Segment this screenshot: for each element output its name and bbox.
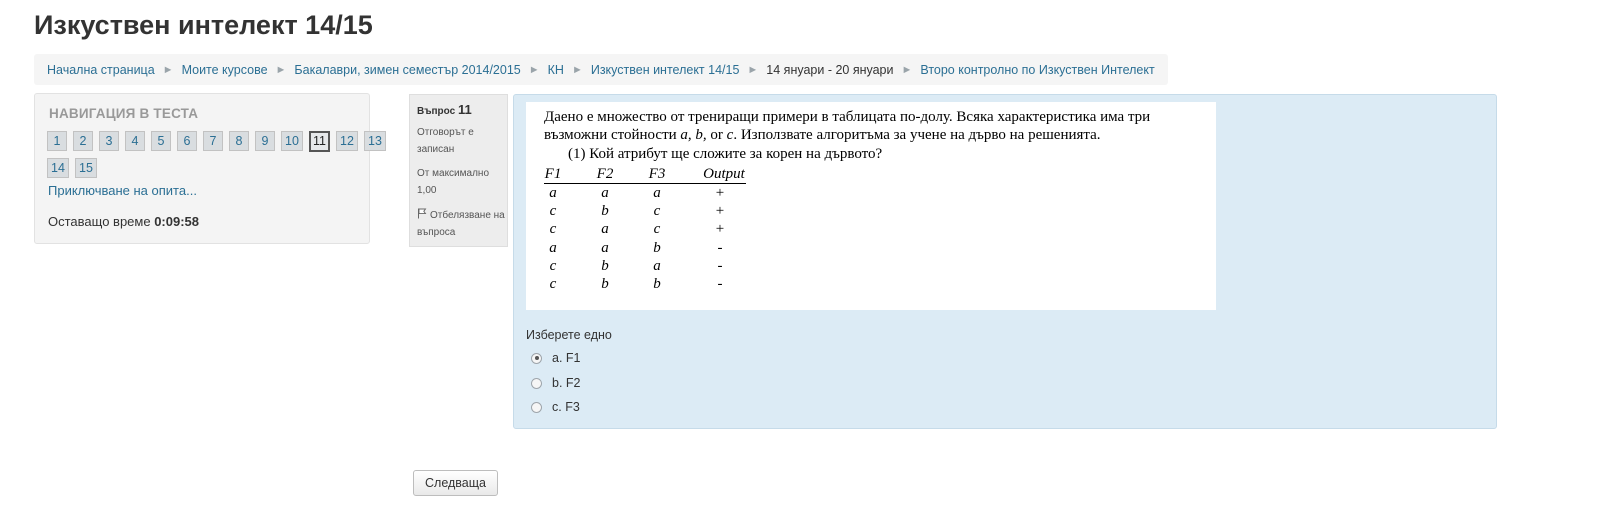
breadcrumb: Начална страница ► Моите курсове ► Бакал… xyxy=(34,54,1168,85)
question-button-current[interactable]: 11 xyxy=(309,131,330,152)
flag-icon xyxy=(418,208,427,219)
question-info: Въпрос 11 Отговорът е записан От максима… xyxy=(409,94,508,247)
table-header-output: Output xyxy=(703,166,745,182)
breadcrumb-course[interactable]: Изкуствен интелект 14/15 xyxy=(591,63,740,77)
answer-label: c. F3 xyxy=(552,400,580,414)
table-cell: b xyxy=(653,240,661,256)
table-cell: - xyxy=(717,276,723,292)
question-button[interactable]: 2 xyxy=(73,131,93,151)
question-button[interactable]: 14 xyxy=(47,158,69,178)
quiz-navigation-title: НАВИГАЦИЯ В ТЕСТА xyxy=(49,106,199,121)
table-cell: c xyxy=(549,221,557,237)
breadcrumb-subcategory[interactable]: КН xyxy=(548,63,564,77)
table-cell: b xyxy=(601,203,609,219)
table-cell: c xyxy=(653,221,661,237)
table-cell: b xyxy=(601,258,609,274)
breadcrumb-separator-icon: ► xyxy=(275,63,287,76)
question-state: Отговорът е записан xyxy=(417,127,474,155)
table-cell: c xyxy=(653,203,661,219)
answer-option-b[interactable]: b. F2 xyxy=(531,376,581,390)
question-text-span: възможни стойности xyxy=(544,127,681,143)
finish-attempt-link[interactable]: Приключване на опита... xyxy=(48,183,197,198)
time-remaining: Оставащо време 0:09:58 xyxy=(48,214,199,229)
table-cell: + xyxy=(715,203,725,219)
question-button[interactable]: 3 xyxy=(99,131,119,151)
question-button[interactable]: 13 xyxy=(364,131,386,151)
table-cell: a xyxy=(653,185,661,201)
answer-option-c[interactable]: c. F3 xyxy=(531,400,580,414)
question-button[interactable]: 6 xyxy=(177,131,197,151)
table-cell: + xyxy=(715,221,725,237)
question-button[interactable]: 10 xyxy=(281,131,303,151)
question-content: Даено е множество от трениращи примери в… xyxy=(513,94,1497,429)
next-page-button[interactable]: Следваща xyxy=(413,470,498,496)
answer-option-a[interactable]: a. F1 xyxy=(531,351,581,365)
radio-button-checked[interactable] xyxy=(531,352,542,364)
table-cell: c xyxy=(549,203,557,219)
breadcrumb-separator-icon: ► xyxy=(528,63,540,76)
question-button[interactable]: 1 xyxy=(47,131,67,151)
question-button[interactable]: 5 xyxy=(151,131,171,151)
answer-prompt: Изберете едно xyxy=(526,328,612,342)
table-cell: a xyxy=(601,185,609,201)
time-remaining-value: 0:09:58 xyxy=(154,214,200,229)
question-button[interactable]: 12 xyxy=(336,131,358,151)
table-cell: c xyxy=(549,276,557,292)
question-text-span: or xyxy=(706,127,727,143)
question-buttons-row: 14 15 xyxy=(47,158,103,178)
answer-label: b. F2 xyxy=(552,376,581,390)
question-text: Даено е множество от трениращи примери в… xyxy=(526,102,1216,310)
answer-label: a. F1 xyxy=(552,351,581,365)
table-cell: a xyxy=(653,258,661,274)
flag-question-toggle[interactable]: Отбелязване на въпроса xyxy=(417,207,507,241)
table-cell: a xyxy=(549,185,557,201)
table-cell: a xyxy=(601,221,609,237)
table-header-underline xyxy=(544,183,746,184)
question-text-span: . Използвате алгоритъма за учене на дърв… xyxy=(733,127,1101,143)
question-button[interactable]: 4 xyxy=(125,131,145,151)
question-grade: От максимално 1,00 xyxy=(417,168,490,196)
breadcrumb-quiz[interactable]: Второ контролно по Изкуствен Интелект xyxy=(920,63,1154,77)
question-number: Въпрос 11 xyxy=(417,101,472,120)
flag-question-label: Отбелязване на въпроса xyxy=(417,210,505,238)
page-title: Изкуствен интелект 14/15 xyxy=(34,10,373,40)
table-cell: b xyxy=(601,276,609,292)
table-cell: a xyxy=(601,240,609,256)
time-remaining-label: Оставащо време xyxy=(48,214,151,229)
breadcrumb-separator-icon: ► xyxy=(571,63,583,76)
breadcrumb-section: 14 януари - 20 януари xyxy=(766,62,894,77)
table-cell: c xyxy=(549,258,557,274)
breadcrumb-separator-icon: ► xyxy=(747,63,759,76)
breadcrumb-my-courses[interactable]: Моите курсове xyxy=(182,63,268,77)
question-number-label: Въпрос xyxy=(417,106,456,117)
question-button[interactable]: 15 xyxy=(75,158,97,178)
radio-button[interactable] xyxy=(531,401,542,413)
question-number-value: 11 xyxy=(457,102,472,117)
breadcrumb-category[interactable]: Бакалаври, зимен семестър 2014/2015 xyxy=(294,63,520,77)
table-header-f2: F2 xyxy=(596,166,614,182)
question-buttons-row: 1 2 3 4 5 6 7 8 9 10 11 12 13 xyxy=(47,131,392,152)
quiz-navigation-block: НАВИГАЦИЯ В ТЕСТА 1 2 3 4 5 6 7 8 9 10 1… xyxy=(34,93,386,244)
table-cell: a xyxy=(549,240,557,256)
breadcrumb-separator-icon: ► xyxy=(162,63,174,76)
table-cell: + xyxy=(715,185,725,201)
question-text-line: възможни стойности a, b, or c. Използват… xyxy=(544,127,1101,144)
question-text-line: (1) Кой атрибут ще сложите за корен на д… xyxy=(568,146,883,162)
question-text-line: Даено е множество от трениращи примери в… xyxy=(544,109,1151,125)
table-cell: - xyxy=(717,240,723,256)
table-cell: b xyxy=(653,276,661,292)
question-button[interactable]: 7 xyxy=(203,131,223,151)
breadcrumb-home[interactable]: Начална страница xyxy=(47,63,155,77)
table-header-f3: F3 xyxy=(648,166,666,182)
question-button[interactable]: 8 xyxy=(229,131,249,151)
table-cell: - xyxy=(717,258,723,274)
breadcrumb-separator-icon: ► xyxy=(901,63,913,76)
radio-button[interactable] xyxy=(531,377,542,389)
question-button[interactable]: 9 xyxy=(255,131,275,151)
table-header-f1: F1 xyxy=(544,166,562,182)
question-text-vars: a, b, xyxy=(680,127,707,143)
